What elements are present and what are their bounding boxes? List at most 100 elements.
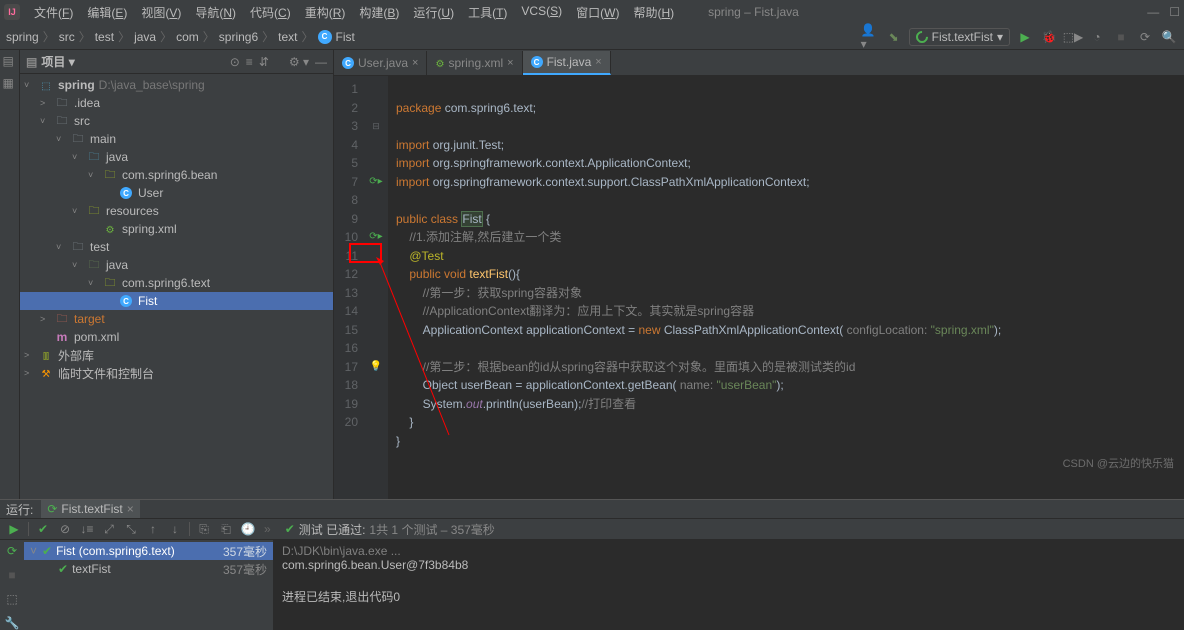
expand-all-icon[interactable]: ≡ bbox=[246, 55, 253, 69]
console[interactable]: D:\JDK\bin\java.exe ... com.spring6.bean… bbox=[274, 540, 1184, 630]
settings-icon[interactable]: ⚙ ▾ bbox=[289, 55, 309, 69]
breadcrumb-item[interactable]: spring6 bbox=[219, 30, 258, 44]
user-icon[interactable]: 👤▾ bbox=[861, 28, 879, 46]
export-icon[interactable]: ⎗ bbox=[216, 519, 236, 539]
tree-item[interactable]: ˅com.spring6.text bbox=[20, 274, 333, 292]
stop-icon[interactable]: ■ bbox=[1112, 28, 1130, 46]
project-tool-icon[interactable]: ▤ bbox=[3, 54, 17, 68]
build-hammer-icon[interactable]: ⬊ bbox=[885, 28, 903, 46]
breadcrumb-item[interactable]: text bbox=[278, 30, 297, 44]
tree-item[interactable]: ˅main bbox=[20, 130, 333, 148]
test-tree: ˅✔Fist (com.spring6.text)357毫秒✔textFist3… bbox=[24, 540, 274, 630]
breadcrumb: spring〉src〉test〉java〉com〉spring6〉text〉C … bbox=[6, 28, 355, 45]
breadcrumb-item[interactable]: src bbox=[59, 30, 75, 44]
class-icon: C bbox=[318, 30, 332, 44]
tree-item[interactable]: pom.xml bbox=[20, 328, 333, 346]
hide-panel-icon[interactable]: — bbox=[315, 55, 327, 69]
run-tab-label: Fist.textFist bbox=[61, 502, 122, 516]
stop-gutter-icon[interactable]: ■ bbox=[8, 568, 15, 582]
sort-icon[interactable]: ↓≡ bbox=[77, 519, 97, 539]
menu-item[interactable]: 编辑(E) bbox=[81, 2, 133, 23]
rerun-icon[interactable]: ▶ bbox=[4, 519, 24, 539]
close-icon[interactable]: × bbox=[595, 56, 601, 68]
minimize-icon[interactable]: — bbox=[1147, 5, 1159, 19]
test-tree-item[interactable]: ˅✔Fist (com.spring6.text)357毫秒 bbox=[24, 542, 273, 560]
tree-item[interactable]: CFist bbox=[20, 292, 333, 310]
tree-item[interactable]: ˃外部库 bbox=[20, 346, 333, 364]
left-tool-stripe: ▤ ▦ bbox=[0, 50, 20, 499]
breadcrumb-item[interactable]: com bbox=[176, 30, 199, 44]
editor-tab[interactable]: CFist.java× bbox=[523, 51, 611, 75]
coverage-icon[interactable]: ⬚▶ bbox=[1064, 28, 1082, 46]
close-icon[interactable]: × bbox=[507, 57, 513, 69]
tree-item[interactable]: ˅springD:\java_base\spring bbox=[20, 76, 333, 94]
console-exit: 进程已结束,退出代码0 bbox=[282, 588, 1176, 605]
layout-gutter-icon[interactable]: ⬚ bbox=[6, 592, 17, 606]
toolbar-right: 👤▾ ⬊ Fist.textFist ▾ ▶ 🐞 ⬚▶ ◔ ■ ⟳ 🔍 bbox=[861, 28, 1178, 46]
import-icon[interactable]: ⎘ bbox=[194, 519, 214, 539]
line-number-gutter: 123457891011121314151617181920 bbox=[334, 76, 364, 499]
menu-item[interactable]: VCS(S) bbox=[515, 2, 568, 23]
menu-item[interactable]: 工具(T) bbox=[462, 2, 513, 23]
next-icon[interactable]: ↓ bbox=[165, 519, 185, 539]
collapse-all-icon[interactable]: ⇵ bbox=[259, 55, 269, 69]
select-target-icon[interactable]: ⊙ bbox=[230, 55, 240, 69]
run-gutter-icon[interactable]: ⟳▸ bbox=[369, 173, 382, 192]
menu-item[interactable]: 运行(U) bbox=[407, 2, 460, 23]
tree-item[interactable]: ˃临时文件和控制台 bbox=[20, 364, 333, 382]
run-tab[interactable]: ⟳ Fist.textFist × bbox=[41, 500, 139, 518]
menu-item[interactable]: 帮助(H) bbox=[627, 2, 680, 23]
editor-tabs: CUser.java×spring.xml×CFist.java× bbox=[334, 50, 1184, 76]
tree-item[interactable]: ˃.idea bbox=[20, 94, 333, 112]
breadcrumb-item[interactable]: spring bbox=[6, 30, 39, 44]
navigation-bar: spring〉src〉test〉java〉com〉spring6〉text〉C … bbox=[0, 24, 1184, 50]
structure-tool-icon[interactable]: ▦ bbox=[3, 76, 17, 90]
tree-item[interactable]: ˃target bbox=[20, 310, 333, 328]
menu-item[interactable]: 重构(R) bbox=[299, 2, 352, 23]
tree-item[interactable]: ˅test bbox=[20, 238, 333, 256]
code-editor[interactable]: package com.spring6.text; import org.jun… bbox=[388, 76, 1184, 499]
run-status-label: 测试 已通过: bbox=[299, 521, 366, 538]
profile-icon[interactable]: ◔ bbox=[1088, 28, 1106, 46]
debug-icon[interactable]: 🐞 bbox=[1040, 28, 1058, 46]
tree-item[interactable]: ˅com.spring6.bean bbox=[20, 166, 333, 184]
pass-filter-icon[interactable]: ✔ bbox=[33, 519, 53, 539]
breadcrumb-file[interactable]: Fist bbox=[336, 30, 355, 44]
search-everywhere-icon[interactable]: 🔍 bbox=[1160, 28, 1178, 46]
rerun-gutter-icon[interactable]: ⟳ bbox=[7, 544, 17, 558]
menu-item[interactable]: 视图(V) bbox=[135, 2, 187, 23]
close-icon[interactable]: × bbox=[412, 57, 418, 69]
bulb-icon[interactable]: 💡 bbox=[370, 358, 382, 377]
tree-item[interactable]: ˅java bbox=[20, 148, 333, 166]
fail-filter-icon[interactable]: ⊘ bbox=[55, 519, 75, 539]
watermark: CSDN @云边的快乐猫 bbox=[1063, 455, 1174, 471]
vcs-update-icon[interactable]: ⟳ bbox=[1136, 28, 1154, 46]
breadcrumb-item[interactable]: test bbox=[95, 30, 114, 44]
wrench-gutter-icon[interactable]: 🔧 bbox=[5, 616, 20, 630]
expand-icon[interactable]: ⤢ bbox=[99, 519, 119, 539]
run-gutter-icon[interactable]: ⟳▸ bbox=[369, 228, 382, 247]
menu-item[interactable]: 代码(C) bbox=[244, 2, 297, 23]
prev-icon[interactable]: ↑ bbox=[143, 519, 163, 539]
tree-item[interactable]: ˅resources bbox=[20, 202, 333, 220]
history-icon[interactable]: 🕘 bbox=[238, 519, 258, 539]
run-icon[interactable]: ▶ bbox=[1016, 28, 1034, 46]
tree-item[interactable]: CUser bbox=[20, 184, 333, 202]
editor-area: CUser.java×spring.xml×CFist.java× 123457… bbox=[334, 50, 1184, 499]
tree-item[interactable]: ˅src bbox=[20, 112, 333, 130]
menu-item[interactable]: 构建(B) bbox=[353, 2, 405, 23]
test-tree-item[interactable]: ✔textFist357毫秒 bbox=[24, 560, 273, 578]
breadcrumb-item[interactable]: java bbox=[134, 30, 156, 44]
menu-item[interactable]: 文件(F) bbox=[28, 2, 79, 23]
menu-item[interactable]: 窗口(W) bbox=[570, 2, 625, 23]
collapse-icon[interactable]: ⤡ bbox=[121, 519, 141, 539]
main-menu: 文件(F)编辑(E)视图(V)导航(N)代码(C)重构(R)构建(B)运行(U)… bbox=[28, 2, 680, 23]
run-config-combo[interactable]: Fist.textFist ▾ bbox=[909, 28, 1010, 46]
tree-item[interactable]: spring.xml bbox=[20, 220, 333, 238]
menu-item[interactable]: 导航(N) bbox=[189, 2, 242, 23]
editor-tab[interactable]: spring.xml× bbox=[427, 51, 522, 75]
maximize-icon[interactable]: ☐ bbox=[1169, 5, 1180, 19]
tree-item[interactable]: ˅java bbox=[20, 256, 333, 274]
editor-tab[interactable]: CUser.java× bbox=[334, 51, 427, 75]
close-icon[interactable]: × bbox=[127, 502, 134, 516]
